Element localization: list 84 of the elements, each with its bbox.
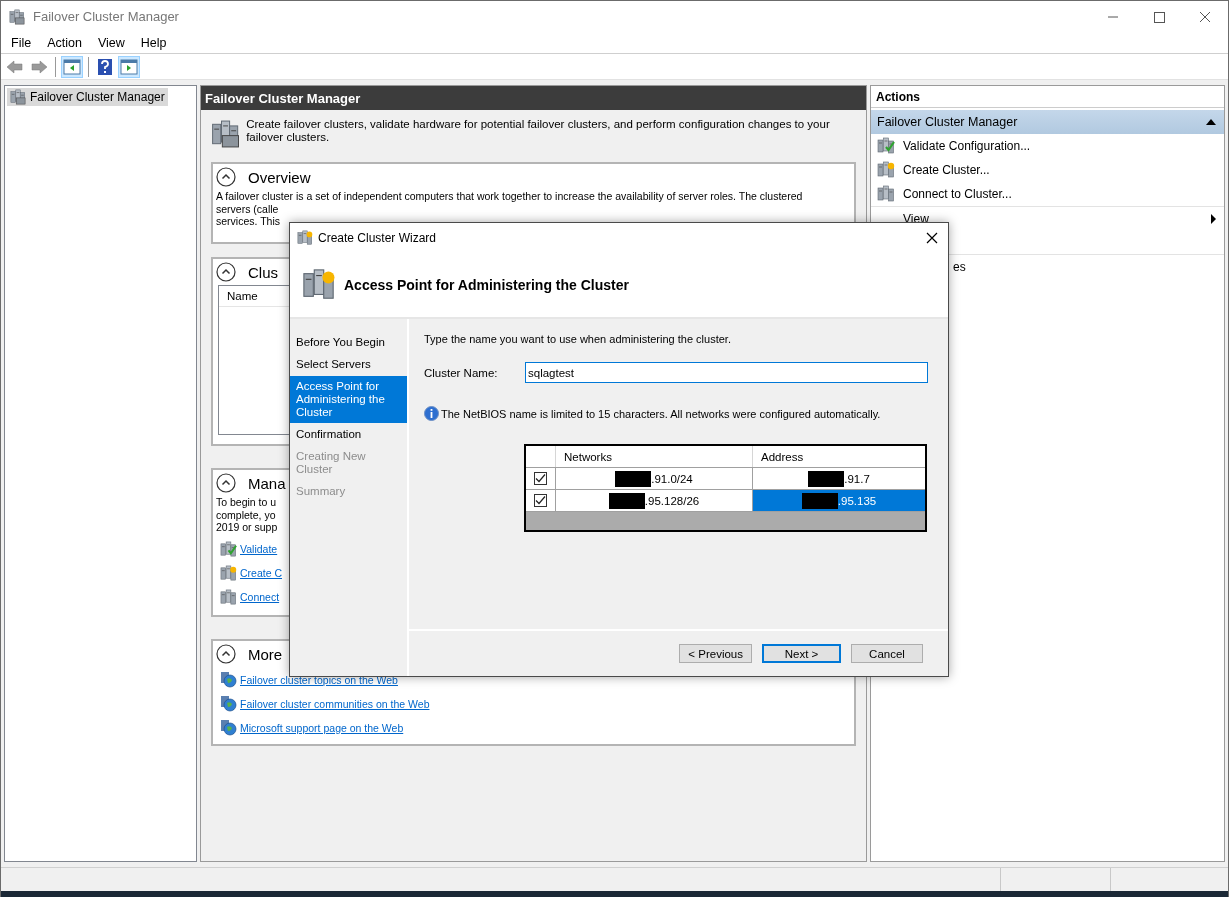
wizard-step[interactable]: Access Point for Administering the Cluster xyxy=(290,376,407,423)
task-label: Create Cluster... xyxy=(903,163,990,177)
globe-icon xyxy=(220,719,237,736)
server-cluster-icon xyxy=(220,564,237,582)
server-cluster-icon xyxy=(877,161,895,179)
dialog-button[interactable]: Cancel xyxy=(851,644,923,663)
network-text: .91.0/24 xyxy=(651,472,693,485)
globe-icon xyxy=(220,695,237,712)
section-text: complete, yo xyxy=(216,508,276,521)
section-text: services. This xyxy=(216,215,280,228)
section-title: Overview xyxy=(248,168,311,186)
table-cell[interactable]: .95.135 xyxy=(752,490,925,511)
pane-title: Failover Cluster Manager xyxy=(201,86,866,110)
show-action-pane-icon[interactable] xyxy=(118,55,140,78)
network-text: .95.128/26 xyxy=(644,494,700,507)
cluster-name-field[interactable]: sqlagtest xyxy=(525,362,928,383)
task-label: es xyxy=(953,259,966,274)
menu-item[interactable]: File xyxy=(3,35,40,50)
section-text: To begin to u xyxy=(216,496,277,509)
section-title: Clus xyxy=(248,263,278,281)
redaction-block xyxy=(808,470,845,487)
close-icon[interactable] xyxy=(926,231,938,244)
menu-item[interactable]: Action xyxy=(39,35,90,50)
collapse-icon[interactable] xyxy=(216,473,236,493)
redaction-block xyxy=(608,492,645,509)
tree-item-label: Failover Cluster Manager xyxy=(30,90,165,104)
description-text: Create failover clusters, validate hardware for potential failover clusters, and perform configuration changes to your failover clusters. xyxy=(246,118,831,144)
link[interactable]: Validate xyxy=(240,543,278,555)
cluster-task-item[interactable]: Create Cluster... xyxy=(871,158,1224,182)
server-toolbox-icon xyxy=(211,118,241,150)
menu-item[interactable]: Help xyxy=(132,35,175,50)
dialog-button[interactable]: < Previous xyxy=(679,644,752,663)
section-text: 2019 or supp xyxy=(216,521,278,534)
server-cluster-icon xyxy=(302,267,336,302)
dialog-title: Create Cluster Wizard xyxy=(318,230,437,245)
link[interactable]: Create C xyxy=(240,567,282,579)
actions-group-header[interactable]: Failover Cluster Manager xyxy=(871,110,1224,134)
menu-item[interactable]: View xyxy=(89,35,133,50)
link[interactable]: Microsoft support page on the Web xyxy=(240,721,404,734)
submenu-arrow-icon xyxy=(1211,213,1216,224)
redaction-block xyxy=(801,492,838,509)
task-label: Validate Configuration... xyxy=(903,139,1031,153)
collapse-icon[interactable] xyxy=(216,644,236,664)
section-text: A failover cluster is a set of independent computers that work together to increase the availability of server roles. The clustered xyxy=(216,190,803,203)
server-cluster-icon xyxy=(220,540,237,558)
app-icon xyxy=(9,8,25,25)
link[interactable]: Connect xyxy=(240,591,280,603)
link[interactable]: Failover cluster communities on the Web xyxy=(240,697,430,710)
address-text: .91.7 xyxy=(844,472,870,485)
wizard-heading: Access Point for Administering the Cluster xyxy=(344,276,629,293)
server-cluster-icon xyxy=(877,137,895,155)
column-header[interactable]: Address xyxy=(752,446,925,467)
collapse-icon[interactable] xyxy=(216,167,236,187)
wizard-step[interactable]: Confirmation xyxy=(290,424,407,445)
info-icon xyxy=(424,406,439,421)
checkbox[interactable] xyxy=(534,494,547,507)
collapse-icon[interactable] xyxy=(216,262,236,282)
section-title: More xyxy=(248,645,283,663)
actions-group-title: Failover Cluster Manager xyxy=(877,115,1018,129)
instruction-text: Type the name you want to use when administering the cluster. xyxy=(424,333,732,345)
tree-item[interactable]: Failover Cluster Manager xyxy=(7,88,168,106)
wizard-step[interactable]: Select Servers xyxy=(290,354,407,375)
globe-icon xyxy=(220,671,237,688)
section-title: Mana xyxy=(248,474,286,492)
dialog-button[interactable]: Next > xyxy=(762,644,841,663)
window-title: Failover Cluster Manager xyxy=(33,9,179,24)
redaction-block xyxy=(615,470,652,487)
wizard-app-icon xyxy=(297,229,313,246)
cluster-task-item[interactable]: Validate Configuration... xyxy=(871,134,1224,158)
server-cluster-icon xyxy=(220,588,237,606)
field-label: Cluster Name: xyxy=(424,366,499,379)
task-label: Connect to Cluster... xyxy=(903,187,1012,201)
actions-title: Actions xyxy=(871,86,1224,108)
collapse-arrow-icon[interactable] xyxy=(1206,119,1216,125)
show-tree-pane-icon[interactable] xyxy=(61,55,83,78)
section-text: servers (calle xyxy=(216,202,279,215)
server-cluster-icon xyxy=(10,89,26,105)
column-header[interactable]: Networks xyxy=(555,446,752,467)
address-text: .95.135 xyxy=(837,494,877,507)
server-cluster-icon xyxy=(877,185,895,203)
checkbox[interactable] xyxy=(534,472,547,485)
wizard-step[interactable]: Before You Begin xyxy=(290,332,407,353)
info-text: The NetBIOS name is limited to 15 characters. All networks were configured automatically. xyxy=(441,407,881,420)
cluster-task-item[interactable]: Connect to Cluster... xyxy=(871,182,1224,206)
